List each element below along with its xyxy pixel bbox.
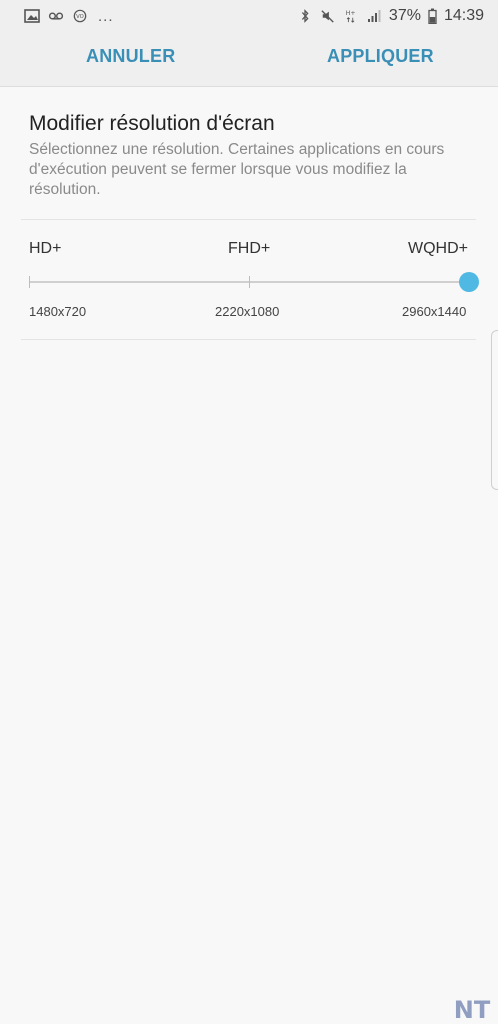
battery-icon: [428, 8, 437, 24]
voicemail-icon: [48, 9, 64, 23]
signal-icon: [366, 9, 382, 23]
svg-text:H+: H+: [346, 10, 356, 17]
svg-text:NT: NT: [454, 997, 491, 1021]
screen: VO ... H+ 37% 14:39 ANNULER APPLIQUER Mo…: [0, 0, 498, 1024]
status-overflow: ...: [98, 7, 114, 25]
slider-tick-fhd: [249, 276, 250, 288]
cancel-button[interactable]: ANNULER: [86, 46, 175, 67]
status-left: VO ...: [24, 8, 114, 25]
mute-icon: [320, 9, 336, 23]
divider-bottom: [21, 339, 476, 340]
edge-panel-handle[interactable]: [491, 330, 498, 490]
status-bar: VO ... H+ 37% 14:39: [0, 0, 498, 32]
bluetooth-icon: [297, 9, 313, 23]
vo-icon: VO: [72, 9, 88, 23]
nt-watermark-logo: NT: [449, 996, 495, 1024]
page-title: Modifier résolution d'écran: [29, 112, 275, 135]
image-icon: [24, 9, 40, 23]
apply-button[interactable]: APPLIQUER: [327, 46, 434, 67]
status-right: H+ 37% 14:39: [297, 7, 484, 25]
action-bar: ANNULER APPLIQUER: [0, 32, 498, 87]
svg-text:VO: VO: [76, 14, 84, 20]
option-label-wqhd[interactable]: WQHD+: [408, 240, 468, 258]
option-value-fhd: 2220x1080: [215, 304, 280, 319]
option-label-hd[interactable]: HD+: [29, 240, 61, 258]
battery-percent: 37%: [388, 7, 421, 24]
network-hplus-icon: H+: [343, 9, 359, 23]
option-value-hd: 1480x720: [29, 304, 87, 319]
page-description: Sélectionnez une résolution. Certaines a…: [29, 141, 445, 198]
option-label-fhd[interactable]: FHD+: [228, 240, 270, 258]
resolution-slider-thumb[interactable]: [459, 272, 479, 292]
divider-top: [21, 219, 476, 220]
clock: 14:39: [443, 7, 484, 24]
option-value-wqhd: 2960x1440: [402, 304, 467, 319]
slider-tick-hd: [29, 276, 30, 288]
